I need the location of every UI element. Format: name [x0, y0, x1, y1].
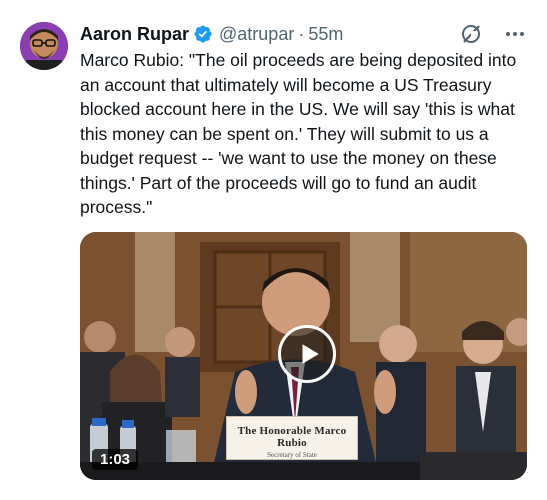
- author-handle[interactable]: @atrupar: [219, 24, 294, 45]
- more-options-icon[interactable]: [503, 22, 527, 46]
- avatar-image: [20, 22, 68, 70]
- verified-badge-icon: [194, 25, 212, 43]
- tweet-header: Aaron Rupar @atrupar · 55m: [80, 22, 527, 46]
- grok-icon[interactable]: [459, 22, 483, 46]
- play-button[interactable]: [278, 325, 336, 383]
- video-player[interactable]: The Honorable Marco Rubio Secretary of S…: [80, 232, 527, 480]
- speaker-nameplate: The Honorable Marco Rubio Secretary of S…: [226, 416, 358, 460]
- nameplate-subtitle: Secretary of State: [267, 451, 317, 459]
- separator-dot: ·: [298, 23, 305, 44]
- avatar[interactable]: [20, 22, 68, 70]
- tweet-text: Marco Rubio: "The oil proceeds are being…: [80, 50, 522, 217]
- play-icon: [302, 344, 319, 364]
- video-duration: 1:03: [92, 449, 139, 470]
- author-name[interactable]: Aaron Rupar: [80, 24, 189, 45]
- tweet-timestamp[interactable]: 55m: [308, 24, 343, 45]
- nameplate-title: The Honorable Marco Rubio: [237, 425, 347, 449]
